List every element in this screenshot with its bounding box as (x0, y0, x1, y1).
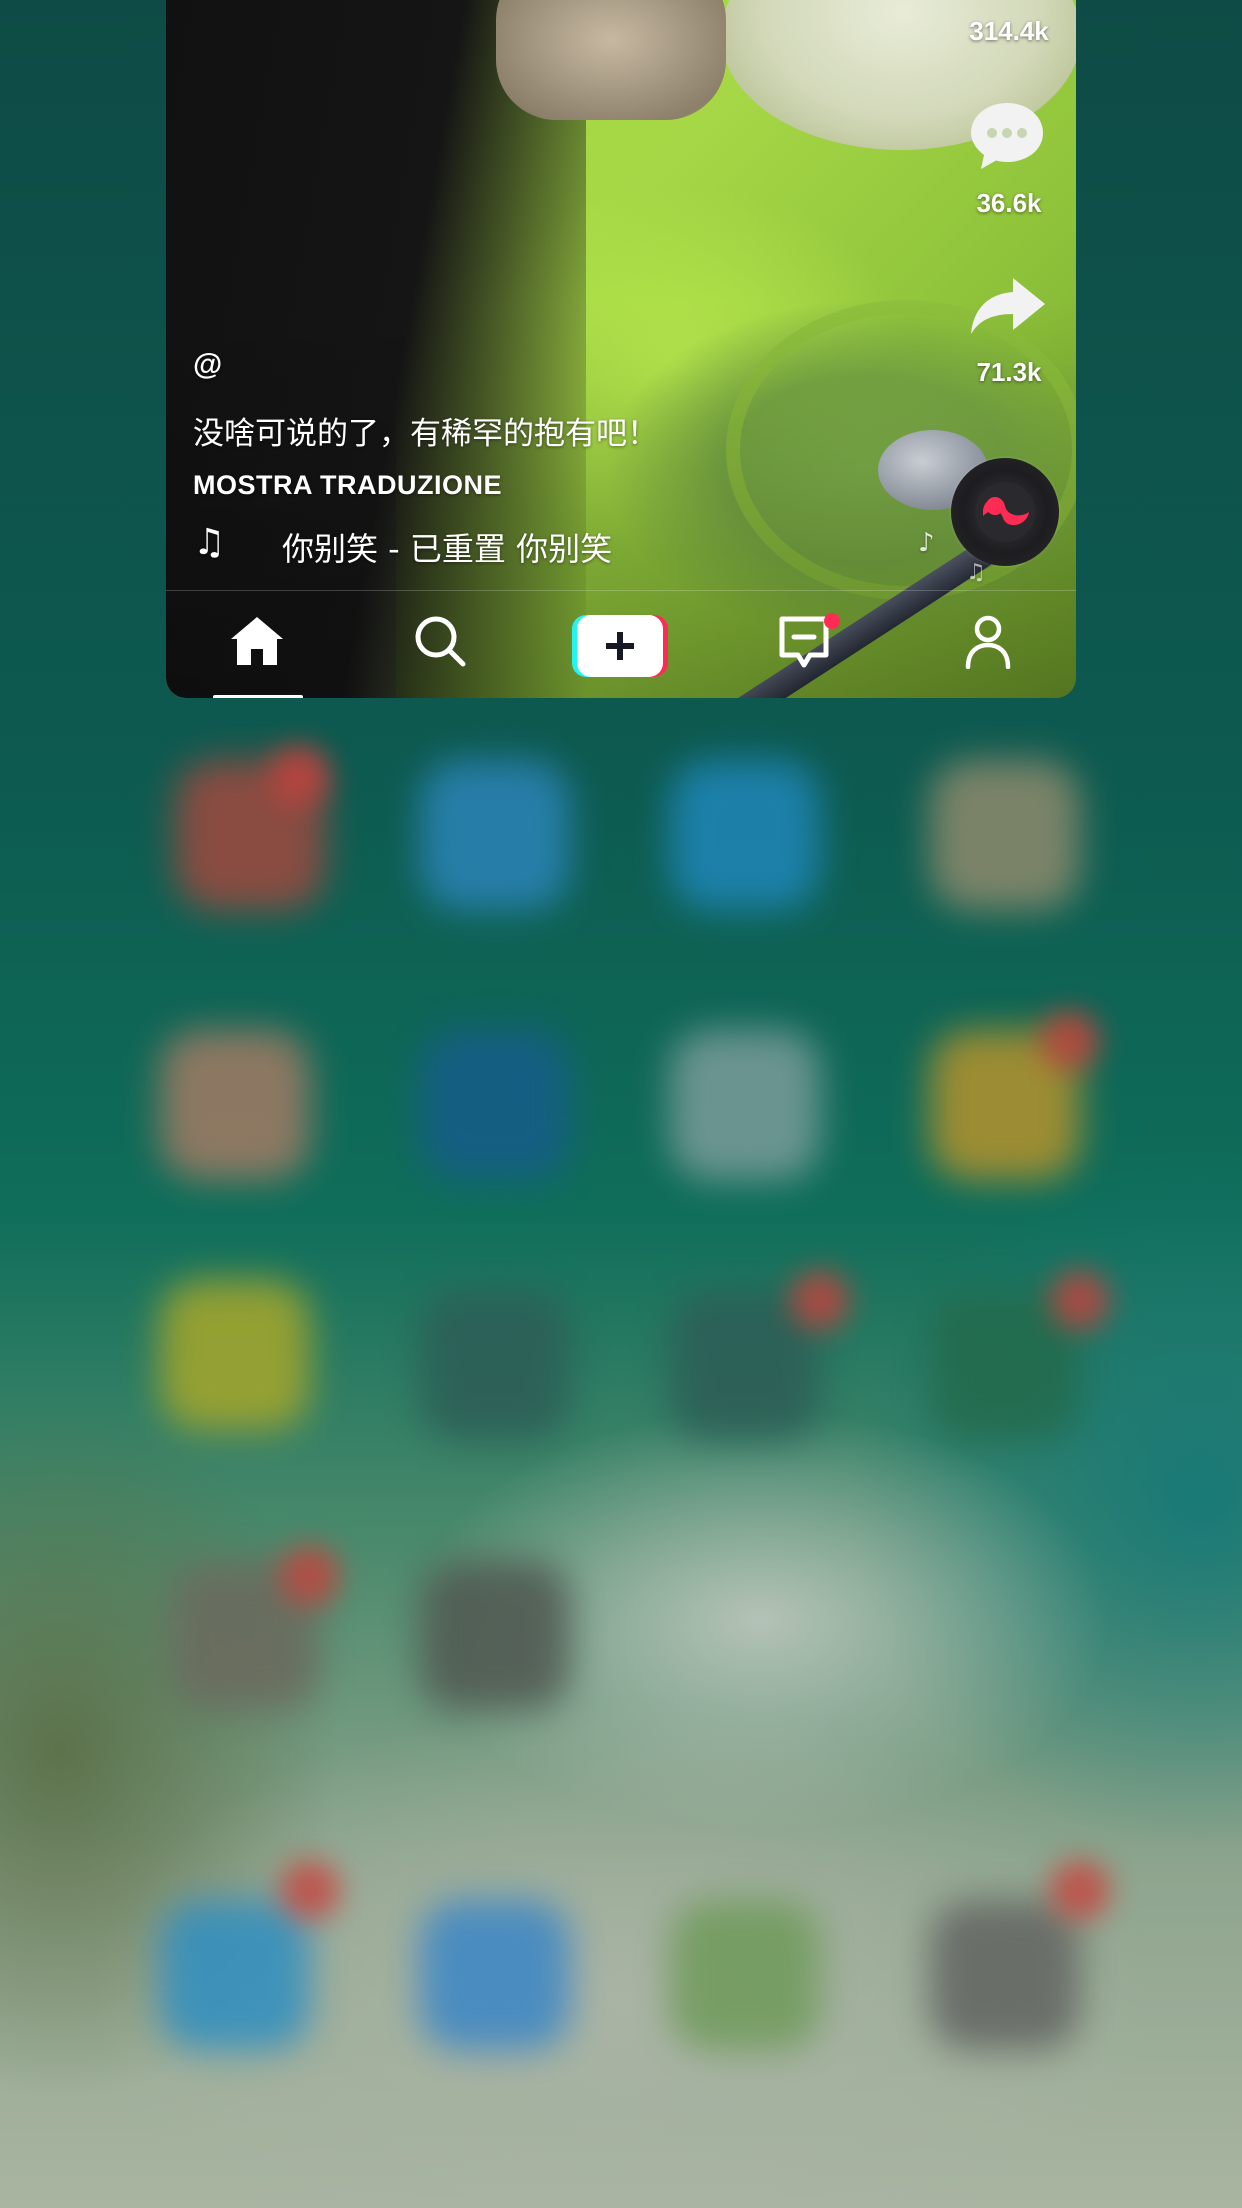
dock-icon-blur (670, 1900, 820, 2050)
badge-blur (1050, 1270, 1110, 1330)
show-translation-link[interactable]: MOSTRA TRADUZIONE (193, 470, 502, 501)
tab-discover[interactable] (412, 613, 468, 674)
app-icon-blur (420, 1030, 570, 1180)
bottom-tab-bar (166, 590, 1076, 698)
app-icon-blur (670, 760, 820, 910)
comment-icon (971, 103, 1043, 169)
home-icon (231, 617, 283, 665)
active-tab-indicator (213, 695, 303, 698)
badge-blur (1050, 1860, 1110, 1920)
shares-count: 71.3k (976, 357, 1042, 387)
comments-count: 36.6k (976, 188, 1042, 218)
music-note-icon: ♫ (193, 522, 226, 563)
create-button[interactable] (572, 615, 668, 682)
dock-icon-blur (930, 1900, 1080, 2050)
dock-icon-blur (160, 1900, 310, 2050)
message-icon (779, 613, 840, 668)
app-icon-blur (160, 1030, 310, 1180)
video-caption: 没啥可说的了，有稀罕的抱有吧！ (193, 416, 658, 452)
video-hand (496, 0, 726, 120)
video-username[interactable]: @ (193, 348, 222, 382)
music-disc-icon (975, 482, 1035, 542)
tiktok-app-card[interactable]: 314.4k 36.6k 71.3k @ 没啥可说的了，有稀罕的抱有吧！ MOS… (166, 0, 1076, 698)
plus-icon (572, 615, 668, 677)
tab-inbox[interactable] (776, 613, 840, 678)
floating-note-icon: ♪ (918, 528, 935, 558)
app-icon-blur (420, 760, 570, 910)
comment-button[interactable] (969, 100, 1045, 177)
likes-count: 314.4k (969, 16, 1049, 46)
app-icon-blur (420, 1560, 570, 1710)
app-icon-blur (930, 760, 1080, 910)
app-icon-blur (160, 1280, 310, 1430)
share-arrow-icon (971, 278, 1045, 334)
music-title[interactable]: 你别笑 - 已重置 你别笑 (282, 524, 612, 570)
badge-blur (280, 1860, 340, 1920)
badge-blur (270, 745, 330, 805)
floating-note-icon: ♫ (966, 560, 986, 585)
badge-blur (1040, 1010, 1100, 1070)
share-button[interactable] (969, 274, 1047, 343)
tab-home[interactable] (229, 613, 285, 674)
person-icon (965, 615, 1011, 670)
app-icon-blur (420, 1290, 570, 1440)
badge-blur (280, 1545, 340, 1605)
music-disc[interactable] (951, 458, 1059, 566)
tab-profile[interactable] (960, 613, 1016, 674)
search-icon (415, 616, 466, 667)
dock-icon-blur (420, 1900, 570, 2050)
badge-blur (790, 1270, 850, 1330)
app-icon-blur (670, 1030, 820, 1180)
